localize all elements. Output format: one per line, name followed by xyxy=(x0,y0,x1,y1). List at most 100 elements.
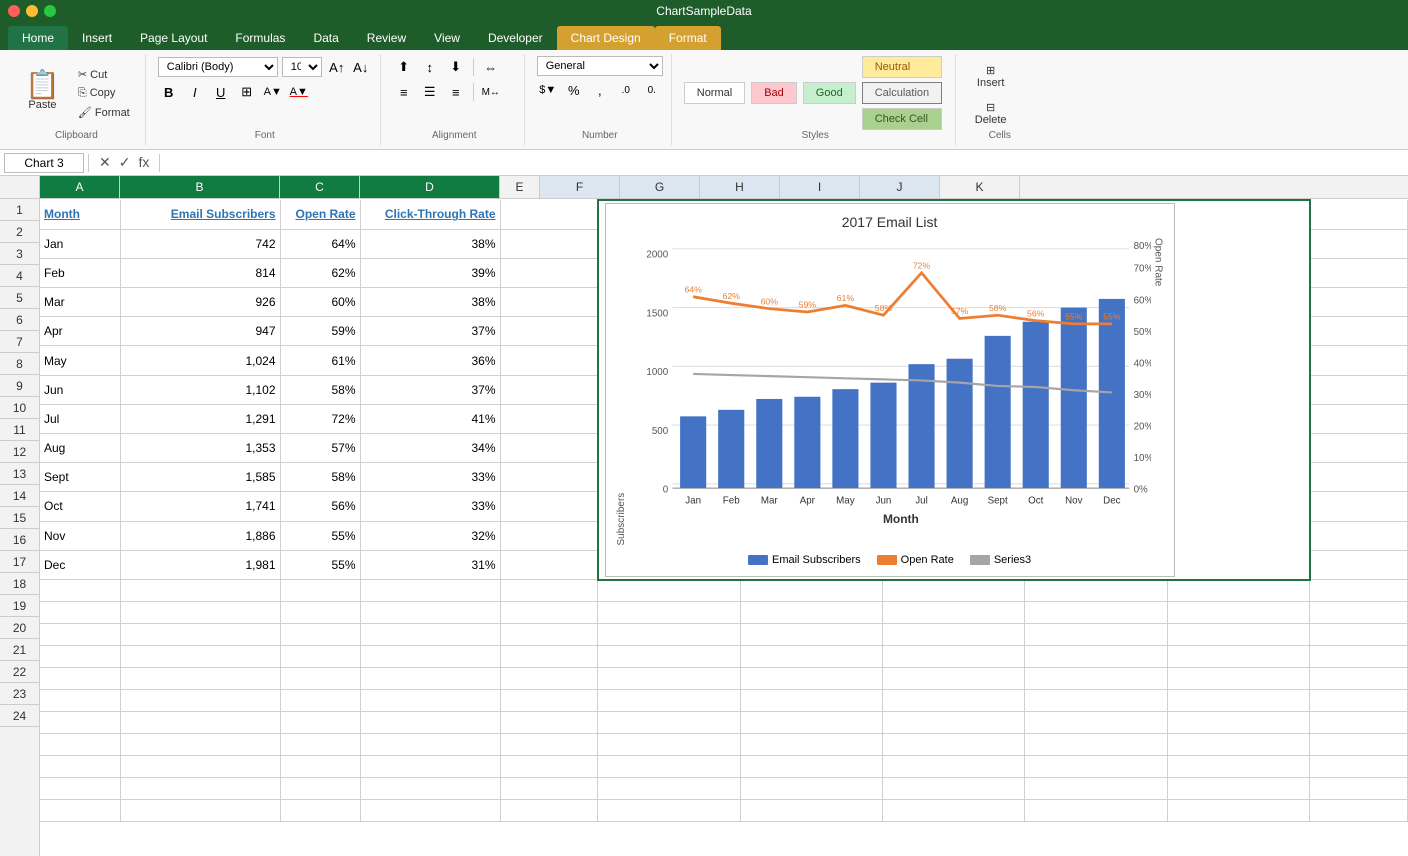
row-header-7[interactable]: 7 xyxy=(0,331,39,353)
row-header-22[interactable]: 22 xyxy=(0,661,39,683)
format-painter-button[interactable]: 🖌 Format xyxy=(71,104,137,121)
cell-b9[interactable]: 1,353 xyxy=(120,434,280,463)
row-header-17[interactable]: 17 xyxy=(0,551,39,573)
border-button[interactable]: ⊞ xyxy=(236,81,258,103)
style-bad[interactable]: Bad xyxy=(751,82,797,104)
row-header-12[interactable]: 12 xyxy=(0,441,39,463)
confirm-formula-button[interactable]: ✓ xyxy=(117,154,133,171)
cell-e9[interactable] xyxy=(500,434,598,463)
chart-container[interactable]: 2017 Email List Subscribers xyxy=(605,203,1175,577)
cell-a3[interactable]: Feb xyxy=(40,258,120,287)
cell-e11[interactable] xyxy=(500,492,598,521)
row-header-4[interactable]: 4 xyxy=(0,265,39,287)
col-header-a[interactable]: A xyxy=(40,176,120,198)
cell-a13[interactable]: Dec xyxy=(40,550,120,579)
copy-button[interactable]: ⎘ Copy xyxy=(71,85,137,102)
tab-view[interactable]: View xyxy=(420,26,474,50)
tab-format[interactable]: Format xyxy=(655,26,721,50)
cell-a1[interactable]: Month xyxy=(40,200,120,229)
cell-c11[interactable]: 56% xyxy=(280,492,360,521)
tab-developer[interactable]: Developer xyxy=(474,26,557,50)
cell-k3[interactable] xyxy=(1310,258,1408,287)
cell-b8[interactable]: 1,291 xyxy=(120,404,280,433)
col-header-g[interactable]: G xyxy=(620,176,700,198)
cell-k2[interactable] xyxy=(1310,229,1408,258)
cell-d14[interactable] xyxy=(360,580,500,602)
tab-page-layout[interactable]: Page Layout xyxy=(126,26,221,50)
cell-b14[interactable] xyxy=(120,580,280,602)
cell-k8[interactable] xyxy=(1310,404,1408,433)
cell-a5[interactable]: Apr xyxy=(40,317,120,346)
cell-b10[interactable]: 1,585 xyxy=(120,463,280,492)
underline-button[interactable]: U xyxy=(210,81,232,103)
tab-review[interactable]: Review xyxy=(353,26,420,50)
cell-k10[interactable] xyxy=(1310,463,1408,492)
cell-a14[interactable] xyxy=(40,580,120,602)
style-normal[interactable]: Normal xyxy=(684,82,745,104)
cell-a16[interactable] xyxy=(40,624,120,646)
align-center-button[interactable]: ☰ xyxy=(419,81,441,103)
cell-a18[interactable] xyxy=(40,668,120,690)
insert-cells-button[interactable]: ⊞ Insert xyxy=(968,60,1014,93)
row-header-23[interactable]: 23 xyxy=(0,683,39,705)
col-header-d[interactable]: D xyxy=(360,176,500,198)
cell-e12[interactable] xyxy=(500,521,598,550)
cell-b4[interactable]: 926 xyxy=(120,288,280,317)
row-header-13[interactable]: 13 xyxy=(0,463,39,485)
cell-k7[interactable] xyxy=(1310,375,1408,404)
cell-k6[interactable] xyxy=(1310,346,1408,375)
merge-center-button[interactable]: M↔ xyxy=(480,81,502,103)
cell-a24[interactable] xyxy=(40,800,120,822)
cell-e1[interactable] xyxy=(500,200,598,229)
style-check[interactable]: Check Cell xyxy=(862,108,942,130)
cell-c1[interactable]: Open Rate xyxy=(280,200,360,229)
cell-a23[interactable] xyxy=(40,778,120,800)
cell-a2[interactable]: Jan xyxy=(40,229,120,258)
cell-a22[interactable] xyxy=(40,756,120,778)
cell-c5[interactable]: 59% xyxy=(280,317,360,346)
fill-color-button[interactable]: A▼ xyxy=(262,81,284,103)
cell-e10[interactable] xyxy=(500,463,598,492)
wrap-text-button[interactable]: ⇔ xyxy=(480,56,502,78)
cell-e2[interactable] xyxy=(500,229,598,258)
row-header-15[interactable]: 15 xyxy=(0,507,39,529)
cell-c7[interactable]: 58% xyxy=(280,375,360,404)
cell-a20[interactable] xyxy=(40,712,120,734)
cell-k5[interactable] xyxy=(1310,317,1408,346)
cell-k12[interactable] xyxy=(1310,521,1408,550)
cell-c14[interactable] xyxy=(280,580,360,602)
insert-function-button[interactable]: fx xyxy=(136,154,151,171)
font-face-select[interactable]: Calibri (Body) xyxy=(158,57,278,77)
row-header-10[interactable]: 10 xyxy=(0,397,39,419)
decrease-font-button[interactable]: A↓ xyxy=(350,56,372,78)
cell-a12[interactable]: Nov xyxy=(40,521,120,550)
row-header-1[interactable]: 1 xyxy=(0,199,39,221)
cell-e6[interactable] xyxy=(500,346,598,375)
cell-a8[interactable]: Jul xyxy=(40,404,120,433)
select-all-button[interactable] xyxy=(0,176,40,198)
delete-cells-button[interactable]: ⊟ Delete xyxy=(968,97,1014,130)
font-color-button[interactable]: A▼ xyxy=(288,81,310,103)
style-calc[interactable]: Calculation xyxy=(862,82,942,104)
cell-d11[interactable]: 33% xyxy=(360,492,500,521)
align-right-button[interactable]: ≡ xyxy=(445,81,467,103)
cell-a4[interactable]: Mar xyxy=(40,288,120,317)
align-middle-button[interactable]: ↕ xyxy=(419,56,441,78)
cut-button[interactable]: ✂ Cut xyxy=(71,66,137,83)
increase-font-button[interactable]: A↑ xyxy=(326,56,348,78)
cell-a7[interactable]: Jun xyxy=(40,375,120,404)
cell-e14[interactable] xyxy=(500,580,598,602)
cell-h14[interactable] xyxy=(882,580,1024,602)
cell-c8[interactable]: 72% xyxy=(280,404,360,433)
currency-button[interactable]: $▼ xyxy=(537,79,559,101)
cell-d1[interactable]: Click-Through Rate xyxy=(360,200,500,229)
cancel-formula-button[interactable]: ✕ xyxy=(97,154,113,171)
cell-d5[interactable]: 37% xyxy=(360,317,500,346)
cell-b7[interactable]: 1,102 xyxy=(120,375,280,404)
cell-k11[interactable] xyxy=(1310,492,1408,521)
cell-d10[interactable]: 33% xyxy=(360,463,500,492)
col-header-e[interactable]: E xyxy=(500,176,540,198)
style-neutral[interactable]: Neutral xyxy=(862,56,942,78)
cell-j14[interactable] xyxy=(1167,580,1309,602)
cell-a9[interactable]: Aug xyxy=(40,434,120,463)
